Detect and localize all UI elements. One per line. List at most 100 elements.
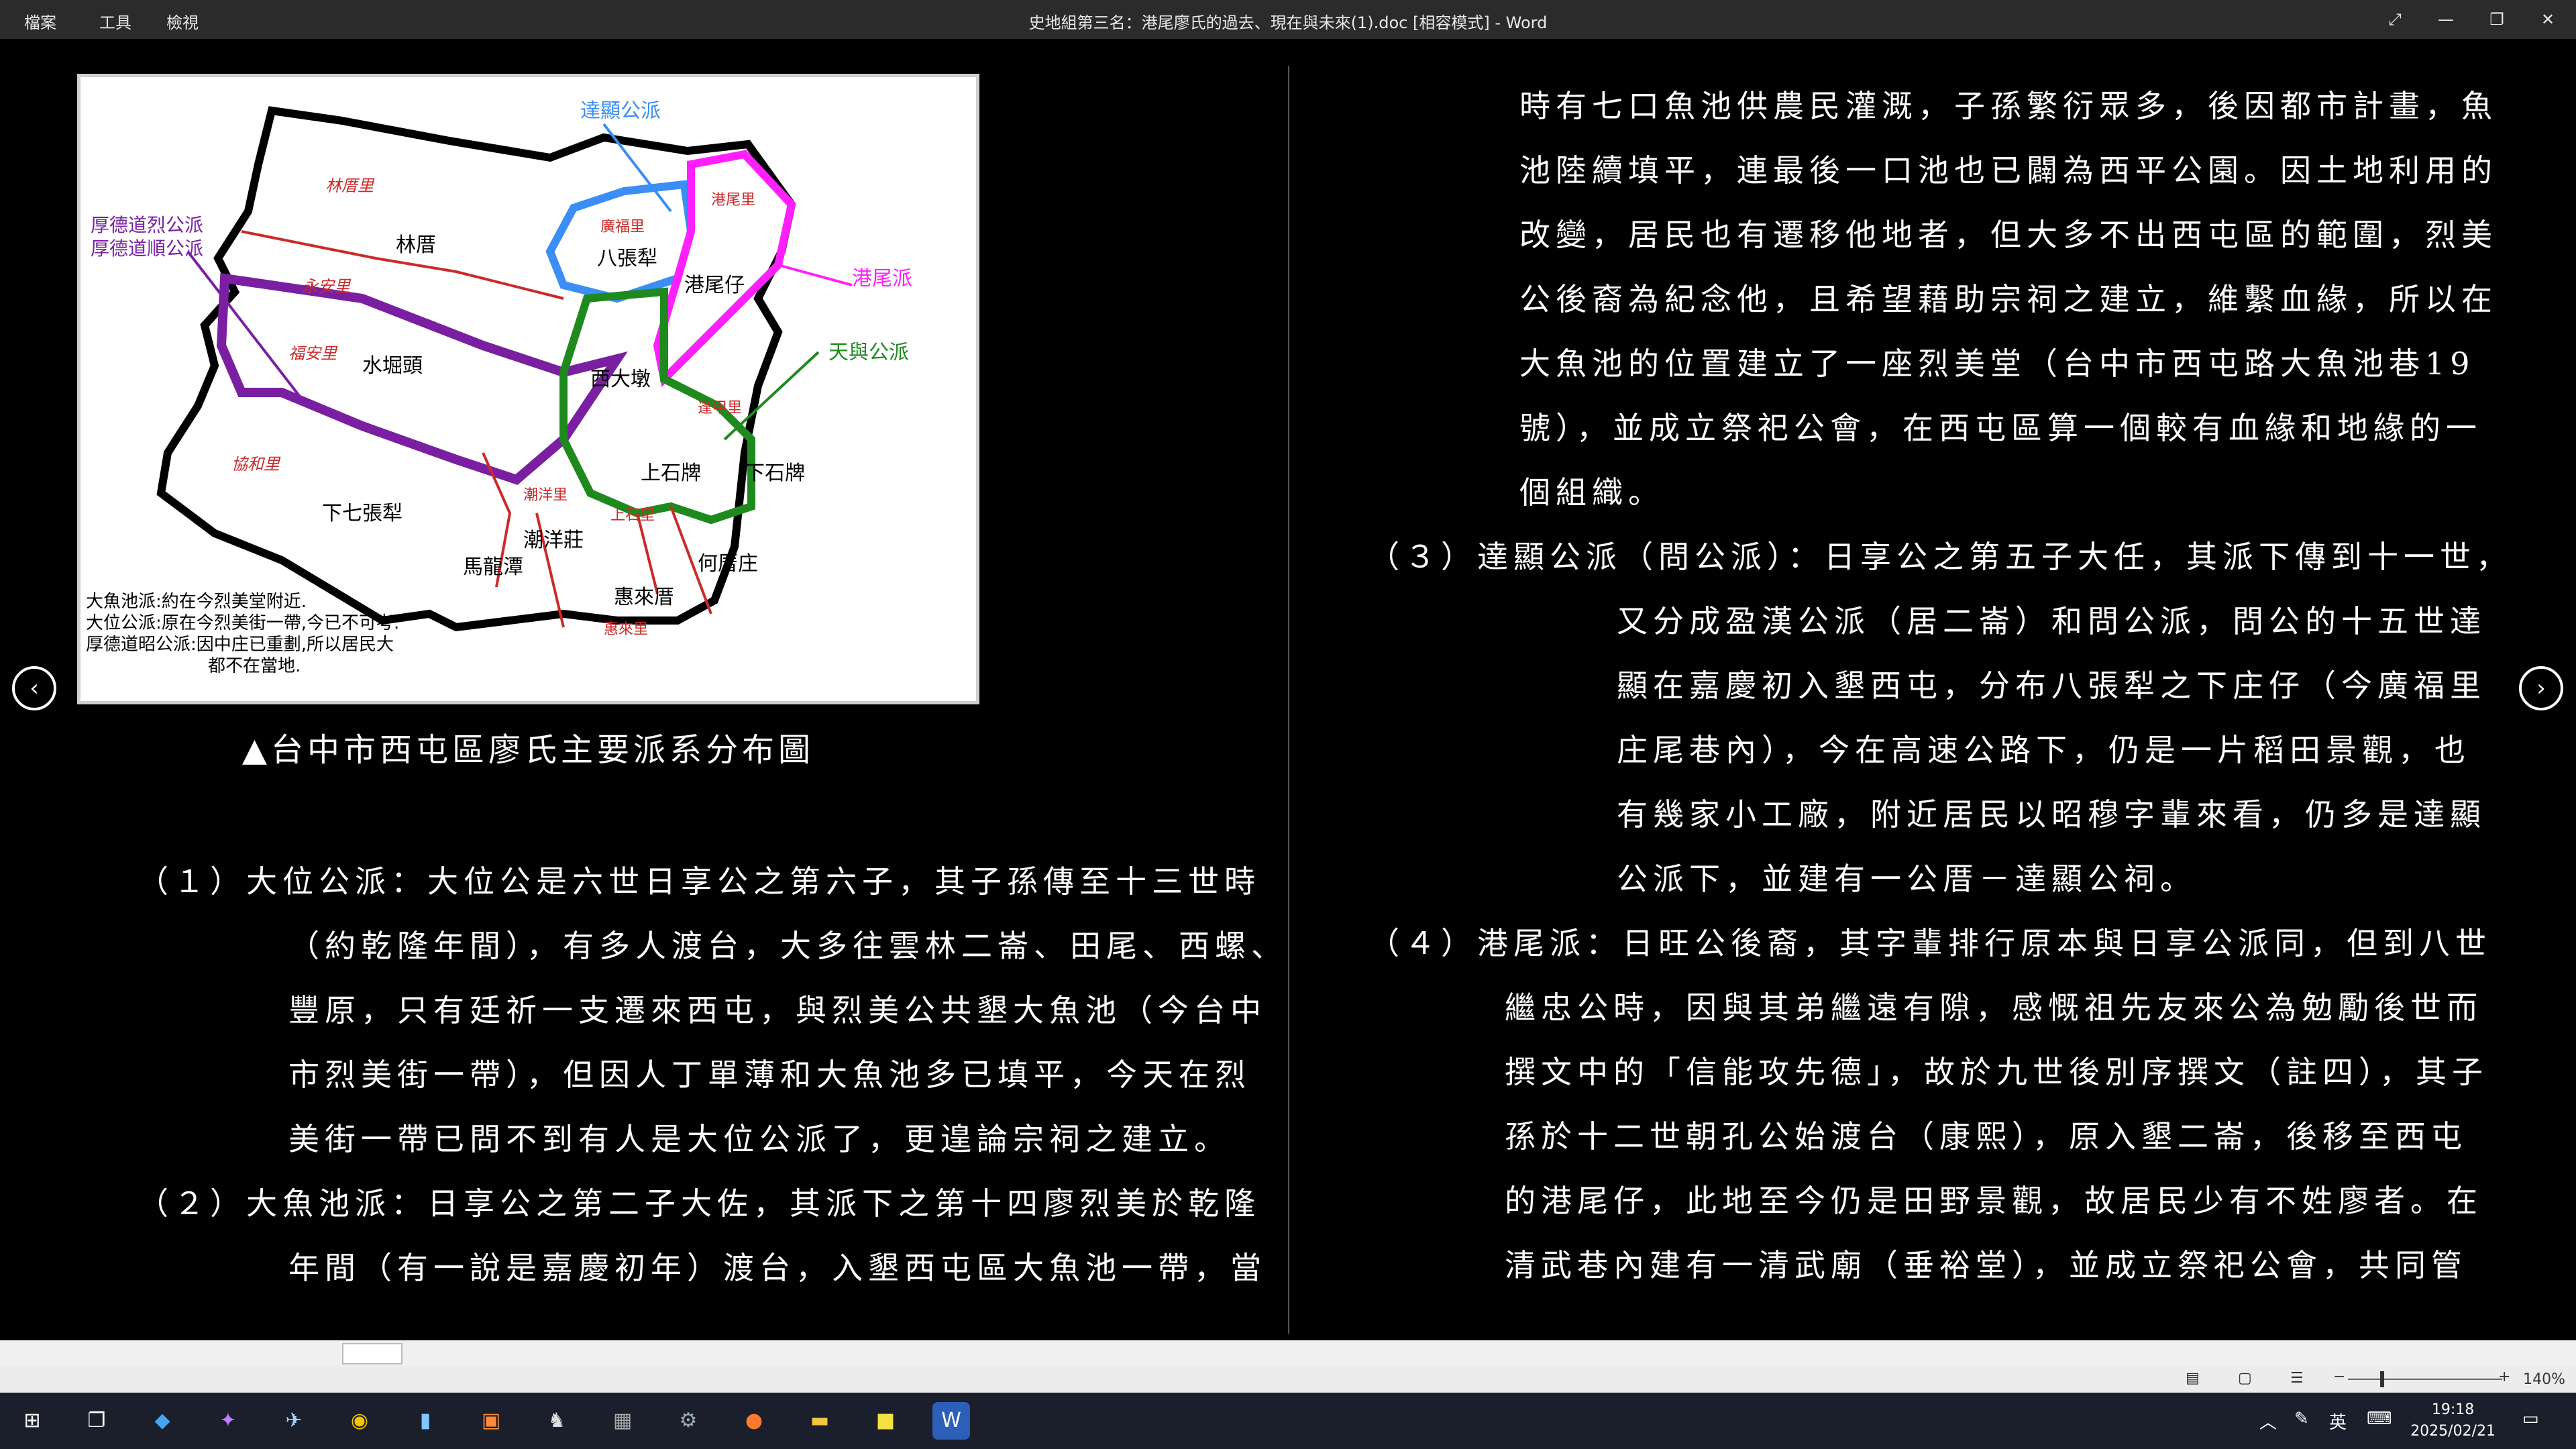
scrollbar-thumb[interactable] [342,1343,402,1364]
page-divider [1288,66,1289,1334]
reading-view: 達顯公派 厚德道烈公派 厚德道順公派 港尾派 天與公派 林厝里 林厝 廣福里 八… [0,39,2576,1340]
label-malongtan: 馬龍潭 [463,555,523,579]
ime-indicator[interactable]: 英 [2329,1409,2347,1434]
label-gangwei: 港尾派 [852,267,912,290]
powerpoint-viewer-icon[interactable]: ▣ [472,1402,510,1440]
zoom-level[interactable]: 140% [2523,1371,2565,1388]
keyboard-icon[interactable]: ⌨ [2367,1409,2392,1429]
status-bar: ▤ ▢ ☰ − + 140% [0,1366,2576,1393]
left-line-2: （約乾隆年間），有多人渡台，大多往雲林二崙、田尾、西螺、 [288,928,1287,964]
figure-caption: ▲台中市西屯區廖氏主要派系分布圖 [242,731,814,769]
sticky-notes-icon[interactable]: ■ [867,1402,904,1440]
label-huilaili: 惠來里 [604,621,648,638]
label-shundao: 厚德道順公派 [91,237,203,260]
right-line-11: 庄尾巷內），今在高速公路下，仍是一片稻田景觀，也 [1617,732,2471,768]
label-xidadun: 西大墩 [590,368,651,391]
zoom-out-icon[interactable]: − [2333,1368,2345,1385]
right-line-9: 又分成盈漢公派（居二崙）和問公派，問公的十五世達 [1617,603,2486,639]
start-icon[interactable]: ⊞ [13,1402,51,1440]
left-line-7: 年間（有一說是嘉慶初年）渡台，入墾西屯區大魚池一帶，當 [288,1250,1267,1286]
minimize-button[interactable]: — [2426,5,2466,34]
label-shuijue: 水堀頭 [362,354,423,378]
label-fengan: 逢甲里 [698,400,742,417]
right-line-14: （４）港尾派：日旺公後裔，其字輩排行原本與日享公派同，但到八世 [1368,925,2491,961]
close-button[interactable]: ✕ [2528,5,2568,34]
chrome-icon[interactable]: ◉ [341,1402,378,1440]
zoom-in-icon[interactable]: + [2498,1368,2510,1385]
notification-icon[interactable]: ▭ [2522,1409,2539,1429]
map-graphic: 達顯公派 厚德道烈公派 厚德道順公派 港尾派 天與公派 林厝里 林厝 廣福里 八… [86,99,912,676]
clock[interactable]: 19:18 2025/02/21 [2410,1399,2496,1442]
copilot-icon[interactable]: ✦ [209,1402,247,1440]
right-line-1: 時有七口魚池供農民灌溉，子孫繁衍眾多，後因都市計畫，魚 [1519,88,2498,124]
explorer-app-icon[interactable]: ◆ [144,1402,181,1440]
right-line-2: 池陸續填平，連最後一口池也已闢為西平公園。因土地利用的 [1519,152,2498,189]
label-dagong: 達顯公派 [580,99,661,123]
map-note-4: 都不在當地. [208,656,301,676]
right-line-4: 公後裔為紀念他，且希望藉助宗祠之建立，維繫血緣，所以在 [1519,281,2498,317]
right-line-10: 顯在嘉慶初入墾西屯，分布八張犁之下庄仔（今廣福里 [1617,667,2486,704]
left-line-4: 市烈美街一帶），但因人丁單薄和大魚池多已填平，今天在烈 [288,1057,1251,1093]
label-gangweizai: 港尾仔 [684,274,745,297]
label-chaoyang: 潮洋里 [523,487,568,504]
label-gangweili: 港尾里 [711,192,755,209]
right-line-18: 的港尾仔，此地至今仍是田野景觀，故居民少有不姓廖者。在 [1505,1183,2483,1219]
clock-date: 2025/02/21 [2410,1423,2496,1440]
label-fuan: 福安里 [288,344,338,363]
label-huilai: 惠來厝 [614,586,674,609]
read-mode-icon[interactable]: ▤ [2186,1370,2200,1387]
taskbar: ⊞ ❐ ◆ ✦ ✈ ◉ ▮ ▣ ♞ ▦ ⚙ ● ▬ ■ W ︿ ✎ 英 ⌨ 19… [0,1393,2576,1449]
word-icon[interactable]: W [932,1402,970,1440]
label-lin: 林厝 [396,233,436,257]
left-line-1: （１）大位公派：大位公是六世日享公之第六子，其子孫傳至十三世時 [138,863,1260,900]
label-yongan: 永安里 [302,277,352,296]
right-line-13: 公派下，並建有一公厝－達顯公祠。 [1617,861,2196,897]
map-note-3: 厚德道昭公派:因中庄已重劃,所以居民大 [86,635,394,655]
web-layout-icon[interactable]: ☰ [2290,1370,2304,1387]
app-icon[interactable]: ✈ [275,1402,313,1440]
label-hecuo: 何厝庄 [698,552,758,576]
file-explorer-icon[interactable]: ▬ [801,1402,839,1440]
firefox-icon[interactable]: ● [735,1402,773,1440]
label-linli: 林厝里 [325,176,375,195]
distribution-map: 達顯公派 厚德道烈公派 厚德道順公派 港尾派 天與公派 林厝里 林厝 廣福里 八… [77,74,979,704]
print-layout-icon[interactable]: ▢ [2238,1370,2252,1387]
horizontal-scrollbar[interactable] [0,1340,2576,1366]
right-line-19: 清武巷內建有一清武廟（垂裕堂），並成立祭祀公會，共同管 [1505,1247,2467,1283]
restore-button[interactable]: ❐ [2477,5,2517,34]
reading-mode-icon[interactable]: ⤢ [2375,5,2415,34]
left-line-3: 豐原，只有廷祈一支遷來西屯，與烈美公共墾大魚池（今台中 [288,992,1267,1028]
task-view-icon[interactable]: ❐ [78,1402,115,1440]
title-bar: 檔案 工具 檢視 史地組第三名：港尾廖氏的過去、現在與未來(1).doc [相容… [0,0,2576,39]
document-title: 史地組第三名：港尾廖氏的過去、現在與未來(1).doc [相容模式] - Wor… [1028,13,1548,32]
pen-icon[interactable]: ✎ [2294,1409,2309,1429]
label-xiehe: 協和里 [231,455,281,474]
right-line-8: （３）達顯公派（問公派）：日享公之第五子大任，其派下傳到十一世， [1368,539,2512,575]
steam-icon[interactable]: ⚙ [669,1402,707,1440]
previous-page-button[interactable]: ‹ [12,666,56,710]
label-shangshipai: 上石牌 [641,462,701,485]
left-line-5: 美街一帶已問不到有人是大位公派了，更遑論宗祠之建立。 [288,1121,1230,1157]
map-note-2: 大位公派:原在今烈美街一帶,今已不可考. [86,613,399,633]
fox-app-icon[interactable]: ♞ [538,1402,576,1440]
tray-chevron-icon[interactable]: ︿ [2259,1409,2277,1434]
notes-app-icon[interactable]: ▮ [407,1402,444,1440]
label-xiaqi: 下七張犁 [322,502,402,525]
label-xiashipai: 下石牌 [745,462,805,485]
left-line-6: （２）大魚池派：日享公之第二子大佐，其派下之第十四廖烈美於乾隆 [138,1185,1260,1222]
right-line-3: 改變，居民也有遷移他地者，但大多不出西屯區的範圍，烈美 [1519,217,2498,253]
calculator-icon[interactable]: ▦ [604,1402,641,1440]
label-guangfu: 廣福里 [600,219,645,235]
map-note-1: 大魚池派:約在今烈美堂附近. [86,592,307,612]
right-line-15: 繼忠公時，因與其弟繼遠有隙，感慨祖先友來公為勉勵後世而 [1505,989,2483,1026]
label-shangshi: 上石里 [610,507,655,524]
zoom-slider[interactable] [2348,1379,2502,1380]
zoom-slider-thumb[interactable] [2380,1371,2384,1387]
label-chaoyangzhuang: 潮洋莊 [523,529,584,552]
right-line-12: 有幾家小工廠，附近居民以昭穆字輩來看，仍多是達顯 [1617,796,2486,833]
label-liehdao: 厚德道烈公派 [91,214,203,236]
right-line-17: 孫於十二世朝孔公始渡台（康熙），原入墾二崙，後移至西屯 [1505,1118,2467,1155]
clock-time: 19:18 [2431,1401,2475,1418]
label-tianyu: 天與公派 [828,341,909,364]
next-page-button[interactable]: › [2519,666,2563,710]
